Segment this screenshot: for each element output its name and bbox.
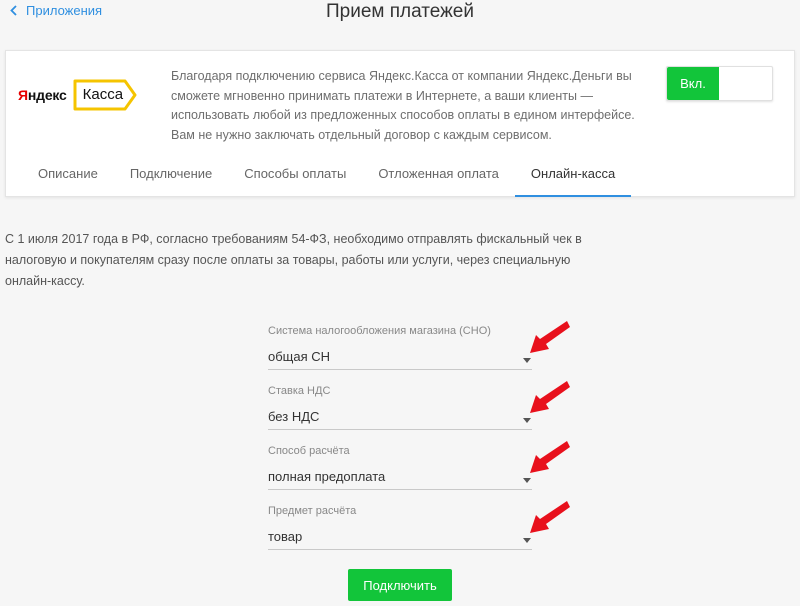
tab-bar: Описание Подключение Способы оплаты Отло… — [6, 151, 794, 197]
app-card: Яндекс Касса Благодаря подключению серви… — [5, 50, 795, 197]
red-arrow-icon — [530, 441, 570, 473]
tab-payment-methods[interactable]: Способы оплаты — [228, 151, 362, 197]
app-description: Благодаря подключению сервиса Яндекс.Кас… — [171, 69, 635, 142]
toggle-on-label: Вкл. — [667, 67, 719, 100]
logo-product-label: Касса — [82, 86, 124, 103]
field-value: полная предоплата — [268, 469, 386, 484]
yandex-kassa-logo: Яндекс Касса — [18, 79, 137, 111]
field-value: товар — [268, 529, 303, 544]
payment-method-field: Способ расчёта полная предоплата — [268, 445, 532, 490]
tab-deferred-payment[interactable]: Отложенная оплата — [362, 151, 515, 197]
payment-method-select[interactable]: полная предоплата — [268, 466, 532, 490]
field-value: общая СН — [268, 349, 331, 364]
chevron-down-icon — [523, 478, 531, 483]
vat-rate-field: Ставка НДС без НДС — [268, 385, 532, 430]
vat-rate-select[interactable]: без НДС — [268, 406, 532, 430]
payment-subject-select[interactable]: товар — [268, 526, 532, 550]
red-arrow-icon — [530, 501, 570, 533]
field-label: Предмет расчёта — [268, 505, 357, 517]
intro-text: С 1 июля 2017 года в РФ, согласно требов… — [5, 232, 582, 288]
tab-connection[interactable]: Подключение — [114, 151, 228, 197]
enable-toggle[interactable]: Вкл. — [666, 66, 773, 101]
red-arrow-icon — [530, 321, 570, 353]
chevron-down-icon — [523, 538, 531, 543]
field-label: Ставка НДС — [268, 385, 331, 397]
chevron-down-icon — [523, 418, 531, 423]
chevron-down-icon — [523, 358, 531, 363]
tab-description[interactable]: Описание — [22, 151, 114, 197]
field-label: Способ расчёта — [268, 445, 350, 457]
connect-button[interactable]: Подключить — [348, 569, 452, 601]
field-label: Система налогообложения магазина (СНО) — [268, 325, 491, 337]
tax-system-field: Система налогообложения магазина (СНО) о… — [268, 325, 532, 370]
tab-online-cashbox[interactable]: Онлайн-касса — [514, 151, 632, 197]
tax-system-select[interactable]: общая СН — [268, 346, 532, 370]
red-arrow-icon — [530, 381, 570, 413]
page-title: Прием платежей — [325, 1, 474, 22]
field-value: без НДС — [268, 409, 320, 424]
logo-product-frame: Касса — [73, 79, 137, 111]
payment-subject-field: Предмет расчёта товар — [268, 505, 532, 550]
logo-brand: Яндекс — [18, 87, 67, 103]
